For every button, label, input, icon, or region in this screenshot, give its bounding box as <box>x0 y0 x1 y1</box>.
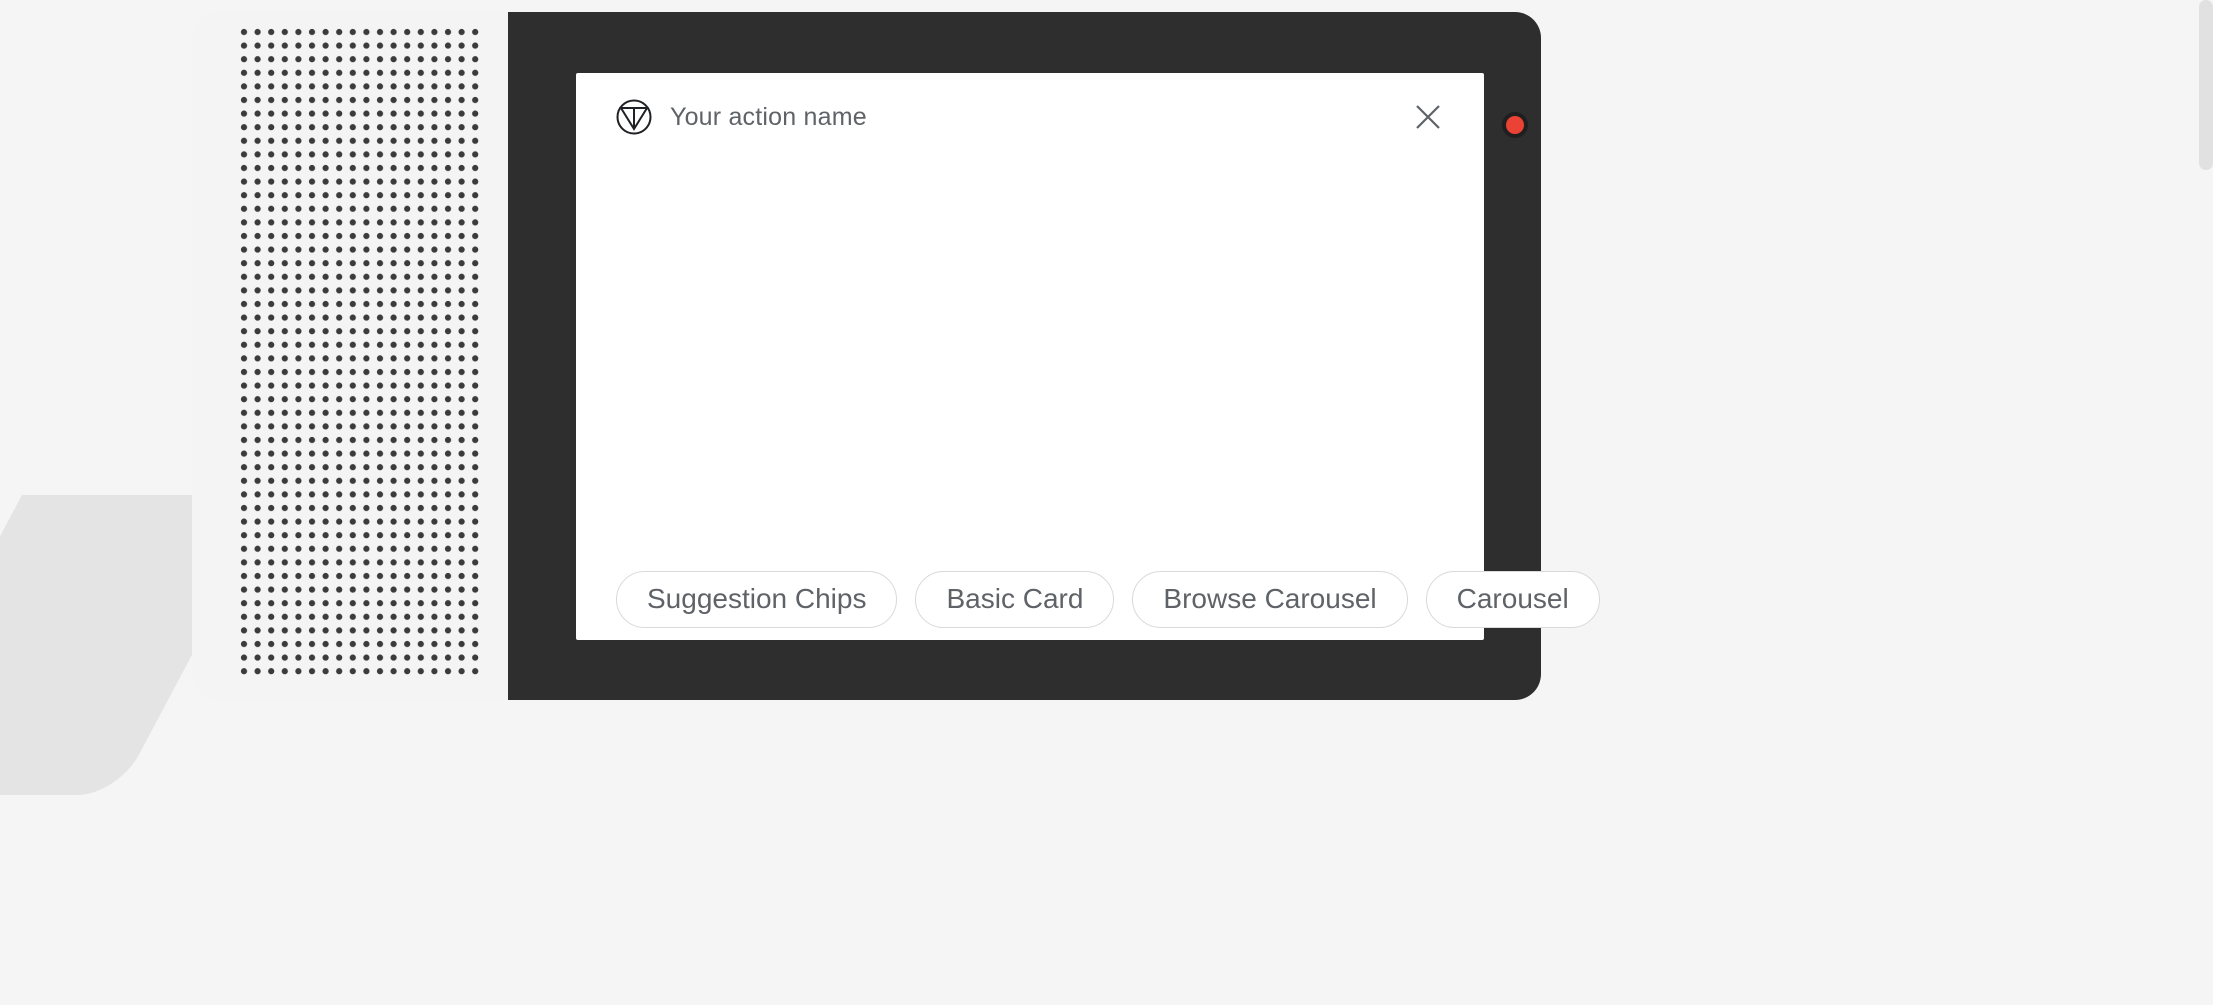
action-logo-icon <box>616 99 652 135</box>
chip-carousel[interactable]: Carousel <box>1426 571 1600 628</box>
camera-indicator-icon <box>1506 116 1524 134</box>
close-button[interactable] <box>1412 101 1444 133</box>
action-name-label: Your action name <box>670 103 867 132</box>
card-header: Your action name <box>616 97 1444 137</box>
speaker-grill <box>240 28 484 678</box>
chip-browse-carousel[interactable]: Browse Carousel <box>1132 571 1407 628</box>
chip-basic-card[interactable]: Basic Card <box>915 571 1114 628</box>
scrollbar-thumb[interactable] <box>2199 0 2213 170</box>
content-card: Your action name Suggestion Chips Basic … <box>576 73 1484 640</box>
suggestion-chips-row: Suggestion Chips Basic Card Browse Carou… <box>616 571 1600 628</box>
chip-suggestion-chips[interactable]: Suggestion Chips <box>616 571 897 628</box>
